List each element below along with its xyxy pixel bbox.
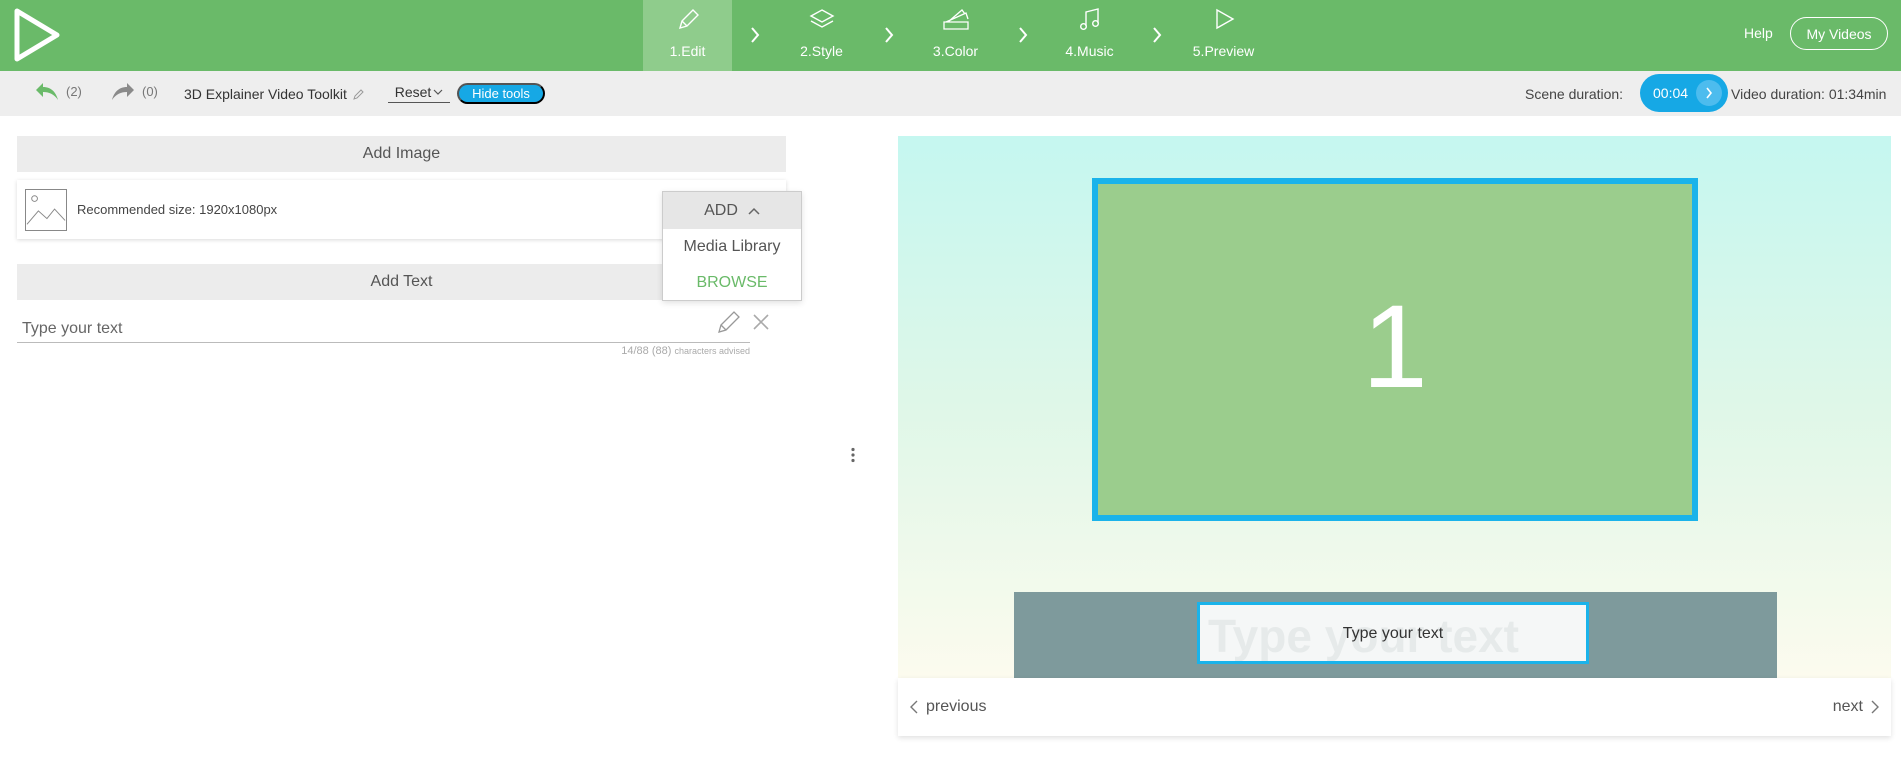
chevron-right-icon <box>1152 27 1161 43</box>
step-separator <box>1134 0 1179 71</box>
scene-duration-value: 00:04 <box>1653 85 1689 101</box>
character-counter: 14/88 (88) characters advised <box>530 345 750 357</box>
chevron-right-icon <box>884 27 893 43</box>
recommended-size-text: Recommended size: 1920x1080px <box>77 202 278 217</box>
step-label: 3.Color <box>932 43 979 59</box>
text-input[interactable] <box>17 316 750 343</box>
slide-number: 1 <box>1362 281 1428 413</box>
chevron-down-icon <box>433 89 443 95</box>
hide-tools-button[interactable]: Hide tools <box>457 83 545 104</box>
editor-toolbar: (2) (0) 3D Explainer Video Toolkit Reset… <box>0 71 1901 116</box>
step-style[interactable]: 2.Style <box>777 0 866 71</box>
media-library-option[interactable]: Media Library <box>663 229 801 265</box>
step-separator <box>866 0 911 71</box>
edit-title-icon <box>353 88 364 100</box>
chevron-up-icon <box>748 207 760 215</box>
character-hint: characters advised <box>674 346 750 356</box>
clear-text-close-icon[interactable] <box>752 313 770 331</box>
step-label: 4.Music <box>1065 43 1114 59</box>
step-label: 1.Edit <box>669 43 706 59</box>
next-button[interactable]: next <box>1833 698 1879 716</box>
step-label: 2.Style <box>800 43 843 59</box>
project-title-text: 3D Explainer Video Toolkit <box>184 86 347 102</box>
scene-preview: 1 Type your text Type your text <box>898 136 1891 678</box>
swatches-icon <box>942 9 969 30</box>
chevron-right-icon <box>750 27 759 43</box>
reset-label: Reset <box>394 84 432 100</box>
play-icon <box>1215 8 1234 30</box>
add-button[interactable]: ADD <box>663 192 801 229</box>
my-videos-button[interactable]: My Videos <box>1790 17 1888 50</box>
preview-text: Type your text <box>1342 625 1444 642</box>
edit-text-pencil-icon[interactable] <box>716 309 742 335</box>
step-separator <box>1000 0 1045 71</box>
undo-icon <box>36 83 58 100</box>
scene-navigation: previous next <box>898 678 1891 736</box>
scene-duration-label: Scene duration: <box>1525 86 1624 102</box>
video-duration: Video duration: 01:34min <box>1731 86 1887 102</box>
browse-option[interactable]: BROWSE <box>663 265 801 301</box>
step-color[interactable]: 3.Color <box>911 0 1000 71</box>
scene-duration-next-button[interactable] <box>1696 80 1722 106</box>
character-count: 14/88 (88) <box>621 345 672 357</box>
pencil-icon <box>678 9 699 30</box>
wizard-steps: 1.Edit 2.Style 3.Color 4.Music 5.Preview <box>643 0 1268 71</box>
preview-text-box[interactable]: Type your text Type your text <box>1197 602 1589 664</box>
step-edit[interactable]: 1.Edit <box>643 0 732 71</box>
app-logo-icon[interactable] <box>14 8 60 62</box>
step-preview[interactable]: 5.Preview <box>1179 0 1268 71</box>
undo-button[interactable]: (2) <box>34 81 82 101</box>
image-placeholder-icon <box>25 189 67 231</box>
chevron-left-icon <box>910 700 918 714</box>
add-image-dropdown: ADD Media Library BROWSE <box>662 191 802 301</box>
project-title[interactable]: 3D Explainer Video Toolkit <box>184 86 365 102</box>
reset-dropdown[interactable]: Reset <box>388 84 450 103</box>
next-label: next <box>1832 698 1863 715</box>
undo-count: (2) <box>66 83 82 99</box>
chevron-right-icon <box>1018 27 1027 43</box>
music-note-icon <box>1079 8 1099 31</box>
layers-icon <box>809 9 834 28</box>
chevron-right-icon <box>1871 700 1879 714</box>
step-music[interactable]: 4.Music <box>1045 0 1134 71</box>
previous-button[interactable]: previous <box>910 698 986 716</box>
chevron-right-icon <box>1706 87 1713 99</box>
help-link[interactable]: Help <box>1744 25 1773 41</box>
redo-button[interactable]: (0) <box>110 81 158 101</box>
scene-duration-control[interactable]: 00:04 <box>1640 74 1728 112</box>
redo-icon <box>112 83 134 100</box>
add-image-header: Add Image <box>17 136 786 172</box>
step-separator <box>732 0 777 71</box>
previous-label: previous <box>926 698 987 715</box>
redo-count: (0) <box>142 83 158 99</box>
top-navigation-bar: 1.Edit 2.Style 3.Color 4.Music 5.Preview… <box>0 0 1901 71</box>
panel-menu-kebab-icon[interactable] <box>850 447 856 463</box>
add-button-label: ADD <box>704 201 738 219</box>
step-label: 5.Preview <box>1192 43 1255 59</box>
image-frame[interactable]: 1 <box>1092 178 1698 521</box>
